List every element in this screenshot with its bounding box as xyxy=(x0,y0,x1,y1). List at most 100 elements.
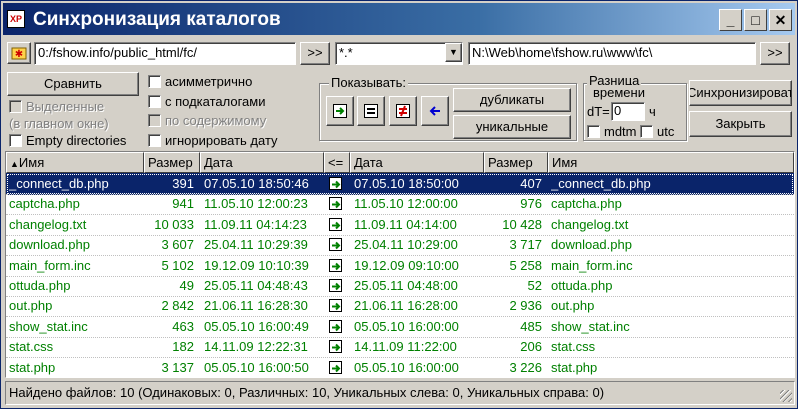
unique-button[interactable]: уникальные xyxy=(453,115,571,139)
table-row[interactable]: show_stat.inc 463 05.05.10 16:00:49 05.05.1… xyxy=(6,316,794,338)
cell-size-l: 182 xyxy=(172,339,194,355)
cell-size-r: 5 258 xyxy=(509,257,542,273)
table-row[interactable]: download.php 3 607 25.04.11 10:29:39 25.04.… xyxy=(6,234,794,257)
cell-date-l: 19.12.09 10:10:39 xyxy=(204,257,309,273)
left-browse-button[interactable]: >> xyxy=(300,42,330,65)
cell-name-l: captcha.php xyxy=(9,196,80,212)
cell-name-r: ottuda.php xyxy=(551,278,613,293)
cell-date-r: 21.06.11 16:28:00 xyxy=(354,298,458,314)
selected-only-checkbox[interactable]: Выделенные xyxy=(9,99,104,114)
empty-dirs-checkbox[interactable]: Empty directories xyxy=(9,133,126,148)
resize-grip[interactable] xyxy=(780,390,792,402)
table-row[interactable]: out.php 2 842 21.06.11 16:28:30 21.06.11 16… xyxy=(6,295,794,318)
header-size-right[interactable]: Размер xyxy=(484,152,548,173)
mask-combobox[interactable]: *.* ▼ xyxy=(335,42,463,65)
header-name-right[interactable]: Имя xyxy=(548,152,794,173)
dt-input[interactable]: 0 xyxy=(611,102,645,121)
cell-date-l: 05.05.10 16:00:49 xyxy=(204,318,309,334)
compare-button[interactable]: Сравнить xyxy=(7,72,139,96)
right-browse-button[interactable]: >> xyxy=(760,42,790,65)
cell-name-r: changelog.txt xyxy=(551,216,629,232)
duplicates-button[interactable]: дубликаты xyxy=(453,88,571,112)
cell-size-l: 941 xyxy=(172,196,194,212)
header-direction[interactable]: <= xyxy=(324,152,350,173)
table-row[interactable]: captcha.php 941 11.05.10 12:00:23 11.05.10 … xyxy=(6,193,794,216)
cell-name-l: stat.php xyxy=(9,359,56,375)
cell-date-r: 25.04.11 10:29:00 xyxy=(354,237,458,253)
cell-date-l: 11.05.10 12:00:23 xyxy=(204,196,308,212)
cell-date-l: 11.09.11 04:14:23 xyxy=(204,216,307,232)
cell-date-r: 05.05.10 16:00:00 xyxy=(354,318,459,334)
app-icon: XP xyxy=(7,10,25,28)
show-left-newer-button[interactable] xyxy=(421,96,449,126)
cell-date-l: 07.05.10 18:50:46 xyxy=(204,176,309,191)
title-bar[interactable]: XP Синхронизация каталогов _ □ ✕ xyxy=(3,3,795,35)
cell-name-l: stat.css xyxy=(9,339,54,355)
cell-size-l: 3 137 xyxy=(161,359,194,375)
mdtm-checkbox[interactable]: mdtm xyxy=(587,124,642,139)
subdirs-checkbox[interactable]: с подкаталогами xyxy=(148,94,265,109)
right-path-input[interactable]: N:\Web\home\fshow.ru\www\fc\ xyxy=(468,42,756,65)
arrow-right-icon xyxy=(329,299,342,313)
cell-name-r: _connect_db.php xyxy=(551,176,651,191)
cell-date-l: 25.04.11 10:29:39 xyxy=(204,237,308,253)
cell-date-r: 11.09.11 04:14:00 xyxy=(354,216,457,232)
cell-size-l: 49 xyxy=(179,278,194,293)
status-text: Найдено файлов: 10 (Одинаковых: 0, Разли… xyxy=(9,385,605,400)
chevron-down-icon[interactable]: ▼ xyxy=(445,43,462,62)
cell-date-r: 25.05.11 04:48:00 xyxy=(354,278,458,293)
cell-name-r: stat.php xyxy=(551,359,598,375)
close-dialog-button[interactable]: Закрыть xyxy=(689,111,792,137)
header-date-left[interactable]: Дата xyxy=(200,152,324,173)
main-window-label: (в главном окне) xyxy=(9,116,109,131)
table-row[interactable]: ottuda.php 49 25.05.11 04:48:43 25.05.11 04… xyxy=(6,275,794,297)
asymmetric-checkbox[interactable]: асимметрично xyxy=(148,74,252,89)
table-row[interactable]: changelog.txt 10 033 11.09.11 04:14:23 11.0… xyxy=(6,214,794,236)
header-size-left[interactable]: Размер xyxy=(144,152,200,173)
cell-size-l: 5 102 xyxy=(161,257,194,273)
sync-button[interactable]: Синхронизировать xyxy=(689,80,792,106)
mask-value: *.* xyxy=(339,45,353,60)
by-content-checkbox[interactable]: по содержимому xyxy=(148,113,266,128)
minimize-button[interactable]: _ xyxy=(719,9,742,31)
table-row[interactable]: stat.css 182 14.11.09 12:22:31 14.11.09 11:… xyxy=(6,336,794,359)
cell-name-r: download.php xyxy=(551,237,632,253)
arrow-right-icon xyxy=(329,279,342,292)
cell-name-l: main_form.inc xyxy=(9,257,91,273)
cell-size-r: 2 936 xyxy=(509,298,542,314)
cell-size-l: 3 607 xyxy=(161,237,194,253)
cell-date-l: 14.11.09 12:22:31 xyxy=(204,339,308,355)
header-name-left[interactable]: ▲Имя xyxy=(6,152,144,173)
arrow-right-icon xyxy=(329,217,342,231)
window-title: Синхронизация каталогов xyxy=(33,9,281,30)
cell-size-r: 206 xyxy=(520,339,542,355)
close-button[interactable]: ✕ xyxy=(769,9,792,31)
cell-date-r: 05.05.10 16:00:00 xyxy=(354,359,459,375)
left-path-input[interactable]: 0:/fshow.info/public_html/fc/ xyxy=(34,42,296,65)
cell-size-r: 407 xyxy=(520,176,542,191)
arrow-right-icon xyxy=(329,340,342,354)
maximize-button[interactable]: □ xyxy=(744,9,767,31)
table-row[interactable]: _connect_db.php 391 07.05.10 18:50:46 07.05… xyxy=(6,173,794,195)
show-right-newer-button[interactable] xyxy=(326,96,354,126)
table-row[interactable]: stat.php 3 137 05.05.10 16:00:50 05.05.10 1… xyxy=(6,357,794,377)
cell-name-l: ottuda.php xyxy=(9,278,71,293)
show-equal-button[interactable] xyxy=(357,96,385,126)
arrow-right-icon xyxy=(329,177,342,190)
table-row[interactable]: main_form.inc 5 102 19.12.09 10:10:39 19.12… xyxy=(6,255,794,277)
cell-size-l: 10 033 xyxy=(154,216,194,232)
file-compare-list[interactable]: ▲Имя Размер Дата <= Дата Размер Имя _con… xyxy=(5,151,795,378)
cell-date-l: 25.05.11 04:48:43 xyxy=(204,278,308,293)
ignore-date-checkbox[interactable]: игнорировать дату xyxy=(148,133,300,148)
cell-size-r: 3 717 xyxy=(509,237,542,253)
cell-name-r: show_stat.inc xyxy=(551,318,630,334)
cell-size-l: 463 xyxy=(172,318,194,334)
show-different-button[interactable] xyxy=(389,96,417,126)
cell-name-l: _connect_db.php xyxy=(9,176,109,191)
utc-checkbox[interactable]: utc xyxy=(640,124,674,139)
cell-date-r: 19.12.09 09:10:00 xyxy=(354,257,459,273)
cell-size-r: 52 xyxy=(527,278,542,293)
favorites-button[interactable]: ✱ xyxy=(7,42,31,64)
header-date-right[interactable]: Дата xyxy=(350,152,484,173)
cell-name-r: main_form.inc xyxy=(551,257,633,273)
